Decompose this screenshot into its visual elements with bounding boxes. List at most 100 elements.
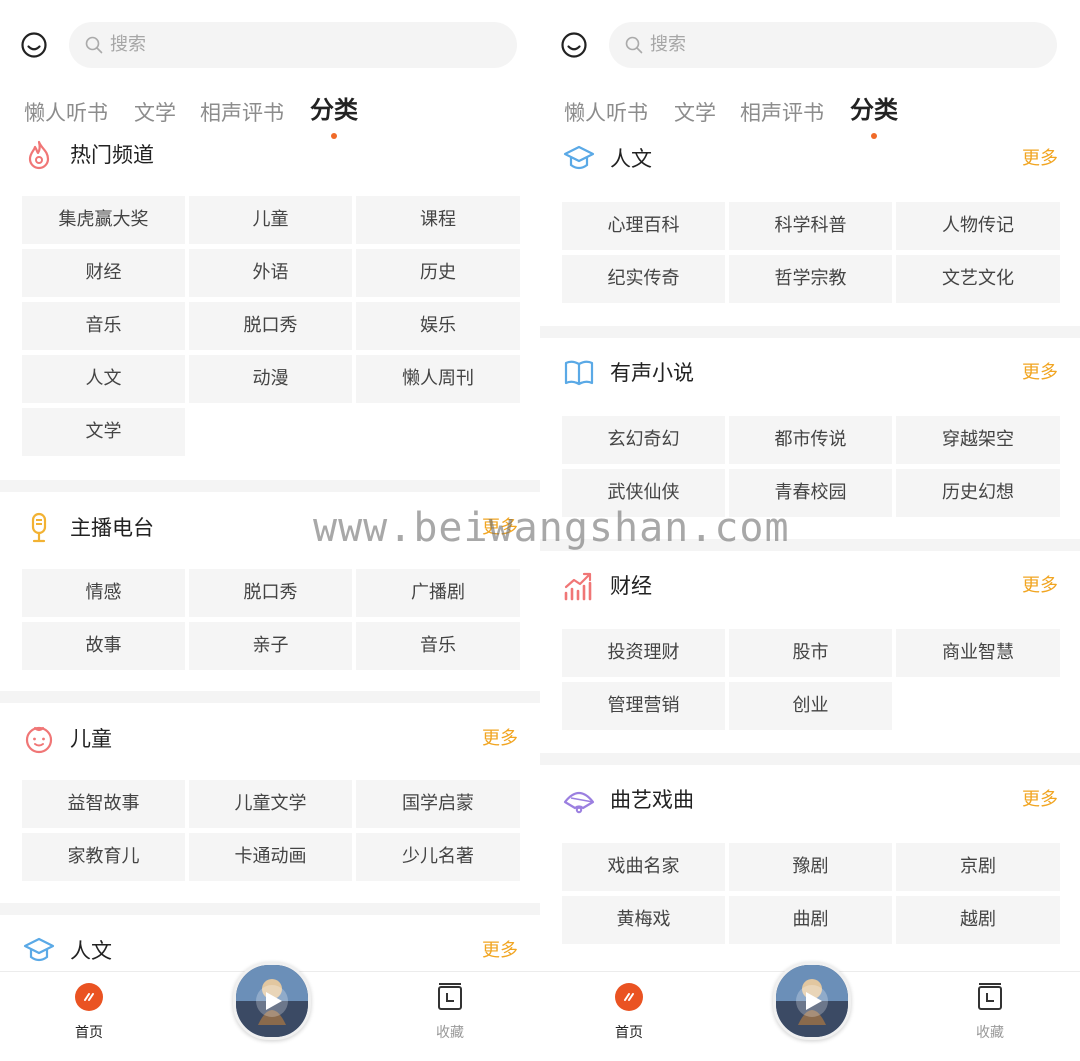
more-link[interactable]: 更多 [1022,356,1058,390]
category-cell[interactable]: 哲学宗教 [729,255,892,303]
watermark: www.beiwangshan.com [313,505,790,551]
section-divider [0,903,540,915]
category-cell[interactable]: 穿越架空 [896,416,1060,464]
category-cell[interactable]: 音乐 [356,622,520,670]
favorites-icon[interactable] [436,982,464,1012]
search-input[interactable]: 搜索 [69,22,517,68]
section-divider [540,326,1080,338]
category-cell[interactable]: 股市 [729,629,892,677]
nav-home-label[interactable]: 首页 [60,1022,118,1042]
microphone-icon [31,512,47,543]
category-cell[interactable]: 玄幻奇幻 [562,416,725,464]
tab-category[interactable]: 分类 [310,90,358,130]
category-cell[interactable]: 纪实传奇 [562,255,725,303]
category-cell[interactable]: 娱乐 [356,302,520,350]
search-icon [625,36,643,54]
tab-crosstalk[interactable]: 相声评书 [200,93,284,133]
category-cell[interactable]: 财经 [22,249,185,297]
search-placeholder: 搜索 [110,34,146,55]
category-cell[interactable]: 懒人周刊 [356,355,520,403]
category-cell[interactable]: 管理营销 [562,682,725,730]
category-cell[interactable]: 黄梅戏 [562,896,725,944]
smiley-icon[interactable] [560,31,588,59]
section-title: 热门频道 [70,143,154,167]
category-cell[interactable]: 音乐 [22,302,185,350]
category-grid: 益智故事 儿童文学 国学启蒙 家教育儿 卡通动画 少儿名著 [22,780,520,881]
category-cell[interactable]: 科学科普 [729,202,892,250]
category-cell[interactable]: 家教育儿 [22,833,185,881]
tab-literature[interactable]: 文学 [674,93,716,133]
now-playing-button[interactable] [233,962,311,1040]
more-link[interactable]: 更多 [482,934,518,968]
category-grid: 集虎赢大奖 儿童 课程 财经 外语 历史 音乐 脱口秀 娱乐 人文 动漫 懒人周… [22,196,520,456]
tab-lanren[interactable]: 懒人听书 [24,93,108,133]
category-cell[interactable]: 亲子 [189,622,352,670]
favorites-icon[interactable] [976,982,1004,1012]
category-cell[interactable]: 卡通动画 [189,833,352,881]
category-grid: 玄幻奇幻 都市传说 穿越架空 武侠仙侠 青春校园 历史幻想 [562,416,1060,517]
play-icon [236,965,308,1037]
nav-favorites-label[interactable]: 收藏 [420,1022,480,1042]
category-cell[interactable]: 人物传记 [896,202,1060,250]
category-cell[interactable]: 曲剧 [729,896,892,944]
baby-face-icon [25,726,53,754]
category-cell[interactable]: 益智故事 [22,780,185,828]
category-cell[interactable]: 故事 [22,622,185,670]
more-link[interactable]: 更多 [1022,783,1058,817]
category-cell[interactable]: 广播剧 [356,569,520,617]
more-link[interactable]: 更多 [482,722,518,756]
category-cell[interactable]: 动漫 [189,355,352,403]
section-title: 儿童 [70,727,112,751]
category-cell[interactable]: 商业智慧 [896,629,1060,677]
category-cell[interactable]: 京剧 [896,843,1060,891]
category-cell[interactable]: 少儿名著 [356,833,520,881]
section-divider [0,691,540,703]
nav-favorites-label[interactable]: 收藏 [960,1022,1020,1042]
section-title: 有声小说 [610,361,694,385]
smiley-icon[interactable] [20,31,48,59]
home-icon[interactable] [615,983,643,1011]
category-cell[interactable]: 文学 [22,408,185,456]
section-title: 主播电台 [70,516,154,540]
open-book-icon [564,360,594,386]
nav-home-label[interactable]: 首页 [600,1022,658,1042]
section-divider [540,753,1080,765]
tab-literature[interactable]: 文学 [134,93,176,133]
category-cell[interactable]: 外语 [189,249,352,297]
tab-lanren[interactable]: 懒人听书 [564,93,648,133]
category-cell[interactable]: 课程 [356,196,520,244]
category-cell[interactable]: 历史幻想 [896,469,1060,517]
more-link[interactable]: 更多 [1022,569,1058,603]
now-playing-button[interactable] [773,962,851,1040]
category-cell[interactable]: 越剧 [896,896,1060,944]
category-cell[interactable]: 人文 [22,355,185,403]
section-title: 财经 [610,574,652,598]
category-cell[interactable]: 心理百科 [562,202,725,250]
more-link[interactable]: 更多 [1022,142,1058,176]
category-cell[interactable]: 历史 [356,249,520,297]
active-tab-indicator [331,133,337,139]
top-bar: 搜索 [0,22,540,68]
category-cell[interactable]: 脱口秀 [189,302,352,350]
category-cell[interactable]: 儿童文学 [189,780,352,828]
category-cell[interactable]: 创业 [729,682,892,730]
category-cell[interactable]: 脱口秀 [189,569,352,617]
section-title: 曲艺戏曲 [610,788,694,812]
category-cell[interactable]: 国学启蒙 [356,780,520,828]
tab-crosstalk[interactable]: 相声评书 [740,93,824,133]
category-cell[interactable]: 豫剧 [729,843,892,891]
category-cell[interactable]: 集虎赢大奖 [22,196,185,244]
category-cell[interactable]: 文艺文化 [896,255,1060,303]
fire-icon [28,140,50,170]
category-cell[interactable]: 戏曲名家 [562,843,725,891]
tab-category[interactable]: 分类 [850,90,898,130]
graduation-cap-icon [563,145,595,170]
home-icon[interactable] [75,983,103,1011]
search-input[interactable]: 搜索 [609,22,1057,68]
category-cell[interactable]: 投资理财 [562,629,725,677]
search-icon [85,36,103,54]
category-cell[interactable]: 儿童 [189,196,352,244]
category-cell[interactable]: 情感 [22,569,185,617]
search-placeholder: 搜索 [650,34,686,55]
category-cell[interactable]: 都市传说 [729,416,892,464]
